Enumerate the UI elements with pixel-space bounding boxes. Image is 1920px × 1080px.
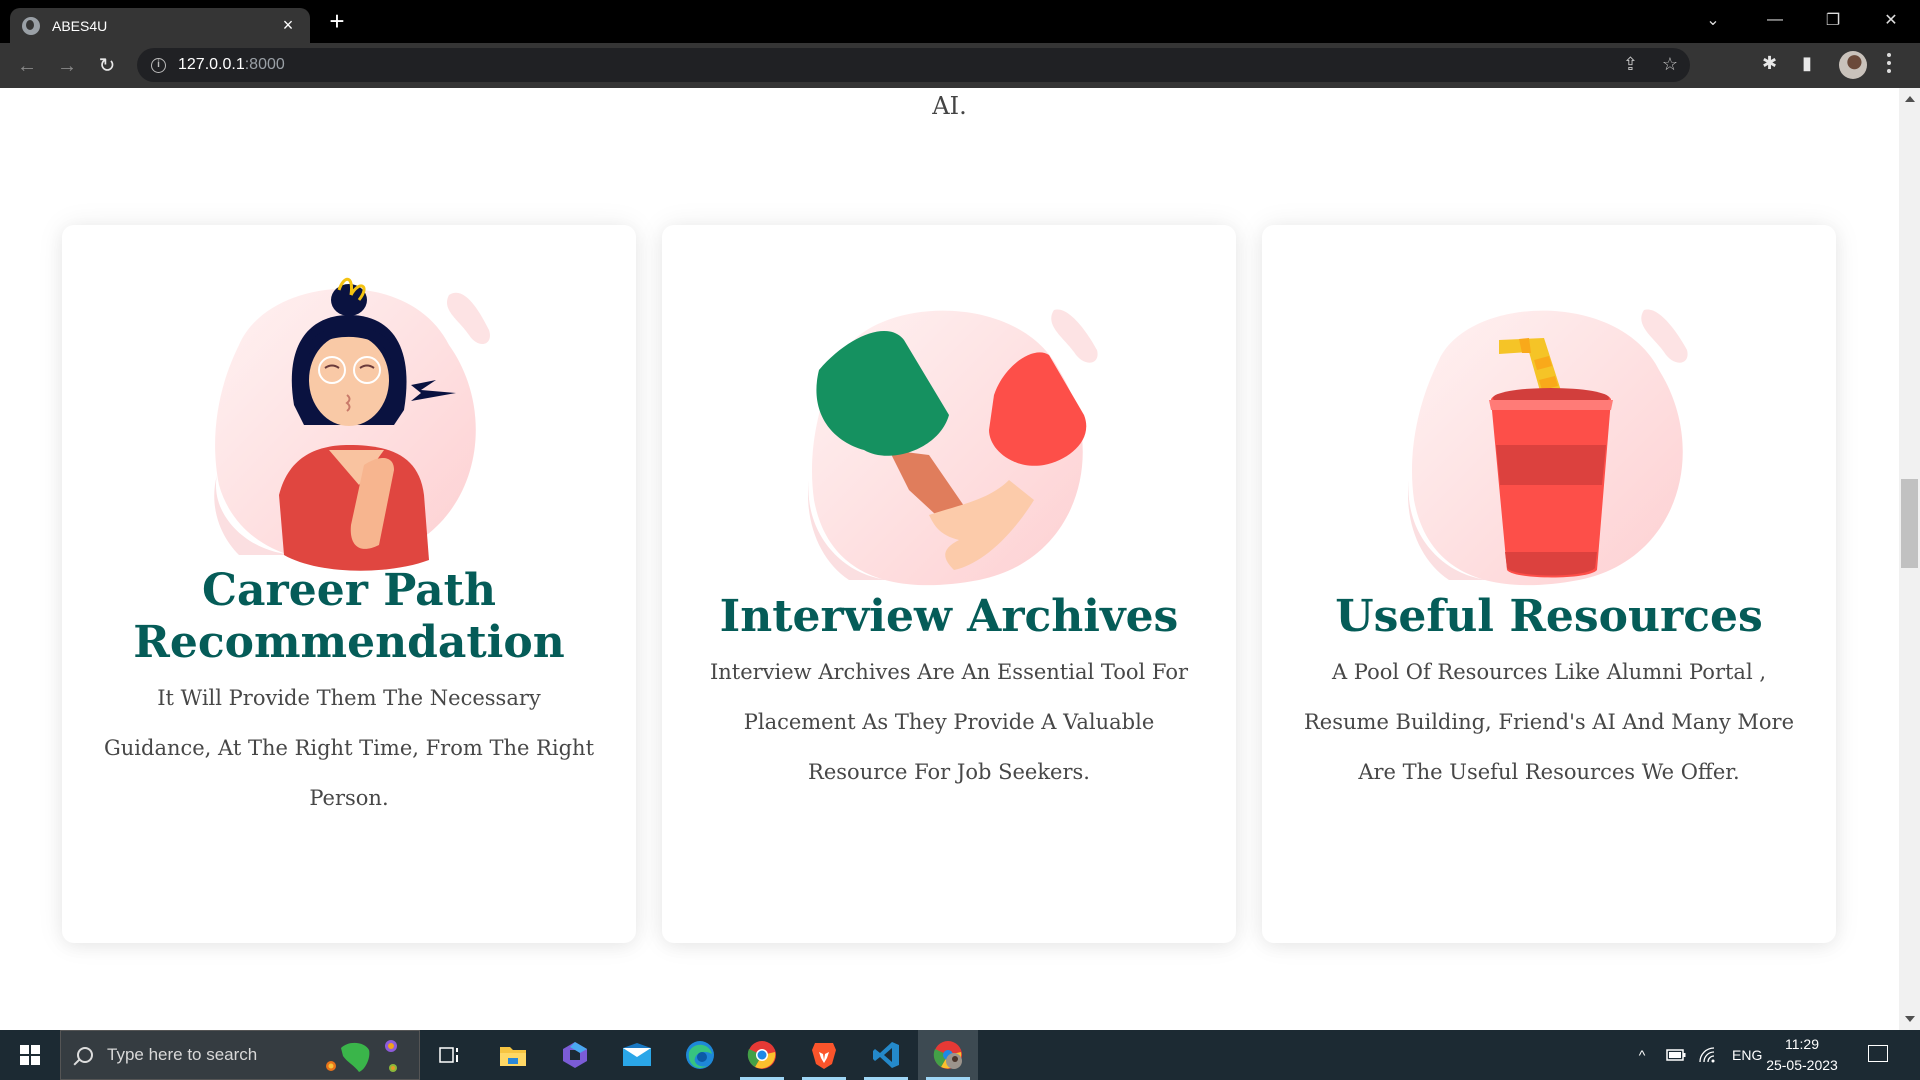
profile-avatar[interactable] xyxy=(1839,51,1867,79)
scroll-up-arrow-icon[interactable] xyxy=(1905,96,1915,102)
show-hidden-icons-chevron-icon[interactable]: ^ xyxy=(1632,1047,1652,1063)
feature-card-career-path: Career Path Recommendation It Will Provi… xyxy=(62,225,636,943)
forward-button[interactable]: → xyxy=(52,51,82,81)
card-title-line2: Recommendation xyxy=(133,617,565,668)
taskbar-vscode[interactable] xyxy=(856,1030,916,1080)
chrome-icon xyxy=(747,1041,776,1069)
card-description: It Will Provide Them The Necessary Guida… xyxy=(103,686,595,810)
url-host: 127.0.0.1 xyxy=(178,56,245,73)
taskbar-brave[interactable] xyxy=(794,1030,854,1080)
chrome-profile-icon xyxy=(933,1041,962,1069)
search-highlight-doodle-icon xyxy=(326,1040,397,1072)
wifi-icon[interactable] xyxy=(1698,1046,1718,1064)
search-placeholder: Type here to search xyxy=(107,1045,258,1064)
taskbar-chrome-profile[interactable] xyxy=(918,1030,978,1080)
system-tray: ^ ENG xyxy=(1632,1030,1763,1080)
side-panel-icon[interactable]: ▮ xyxy=(1802,53,1812,74)
windows-logo-icon xyxy=(20,1045,40,1065)
card-description: Interview Archives Are An Essential Tool… xyxy=(709,660,1189,784)
clock-date: 25-05-2023 xyxy=(1766,1057,1838,1073)
address-bar[interactable]: i 127.0.0.1 :8000 ⇪ ☆ xyxy=(137,48,1690,82)
feature-card-useful-resources: Useful Resources A Pool Of Resources Lik… xyxy=(1262,225,1836,943)
taskbar-file-explorer[interactable] xyxy=(483,1030,543,1080)
taskbar-chrome[interactable] xyxy=(732,1030,792,1080)
back-button[interactable]: ← xyxy=(12,51,42,81)
scrollbar-thumb[interactable] xyxy=(1901,479,1918,568)
search-icon xyxy=(77,1047,93,1063)
card-title: Interview Archives xyxy=(719,591,1179,642)
bookmark-star-icon[interactable]: ☆ xyxy=(1662,54,1678,75)
vscode-icon xyxy=(873,1042,899,1068)
handshake-illustration xyxy=(808,309,1098,586)
url-port: :8000 xyxy=(244,56,285,73)
share-icon[interactable]: ⇪ xyxy=(1623,54,1638,75)
start-button[interactable] xyxy=(0,1030,60,1080)
woman-thinking-illustration xyxy=(214,277,490,571)
taskbar-copilot[interactable] xyxy=(545,1030,605,1080)
close-tab-icon[interactable]: × xyxy=(278,15,298,36)
new-tab-button[interactable]: + xyxy=(325,6,349,36)
clock-time: 11:29 xyxy=(1785,1036,1819,1052)
language-indicator[interactable]: ENG xyxy=(1732,1047,1762,1063)
scroll-down-arrow-icon[interactable] xyxy=(1905,1016,1915,1022)
close-window-button[interactable]: ✕ xyxy=(1868,0,1914,40)
taskbar-clock[interactable]: 11:29 25-05-2023 xyxy=(1762,1034,1842,1076)
card-description: A Pool Of Resources Like Alumni Portal ,… xyxy=(1303,660,1794,784)
minimize-button[interactable]: — xyxy=(1752,0,1798,40)
brave-lion-icon xyxy=(812,1043,836,1069)
windows-taskbar: Type here to search ^ ENG 11:29 25-05-20… xyxy=(0,1030,1920,1080)
mail-icon xyxy=(623,1043,651,1066)
card-title: Career Path Recommendation xyxy=(82,565,616,669)
reload-button[interactable]: ↻ xyxy=(92,51,122,81)
extensions-icon[interactable]: ✱ xyxy=(1762,53,1777,74)
task-view-icon xyxy=(439,1047,458,1063)
tab-search-button[interactable]: ⌄ xyxy=(1690,0,1736,40)
battery-icon[interactable] xyxy=(1666,1049,1686,1061)
browser-toolbar: ← → ↻ i 127.0.0.1 :8000 ⇪ ☆ ✱ ▮ xyxy=(0,43,1920,88)
browser-tab[interactable]: ABES4U × xyxy=(10,8,310,43)
task-view-button[interactable] xyxy=(420,1030,480,1080)
taskbar-search-box[interactable]: Type here to search xyxy=(60,1030,420,1080)
taskbar-edge[interactable] xyxy=(670,1030,730,1080)
globe-icon xyxy=(22,16,40,35)
page-scrollbar[interactable] xyxy=(1899,88,1920,1030)
card-title-line1: Career Path xyxy=(202,565,496,616)
drink-cup-illustration xyxy=(1408,309,1688,586)
intro-text-tail: AI. xyxy=(932,92,967,120)
site-info-icon[interactable]: i xyxy=(151,57,166,73)
browser-titlebar: ABES4U × + ⌄ — ❐ ✕ xyxy=(0,0,1920,43)
feature-card-interview-archives: Interview Archives Interview Archives Ar… xyxy=(662,225,1236,943)
card-title: Useful Resources xyxy=(1335,591,1763,642)
copilot-icon xyxy=(563,1042,587,1068)
edge-icon xyxy=(686,1041,714,1069)
notification-center-icon[interactable] xyxy=(1868,1045,1888,1062)
page-viewport: AI. Career Path Recommendation It Will P… xyxy=(0,88,1899,1030)
tab-title: ABES4U xyxy=(52,17,108,34)
browser-menu-button[interactable] xyxy=(1887,53,1893,73)
taskbar-mail[interactable] xyxy=(607,1030,667,1080)
folder-icon xyxy=(500,1047,526,1066)
restore-button[interactable]: ❐ xyxy=(1810,0,1856,40)
